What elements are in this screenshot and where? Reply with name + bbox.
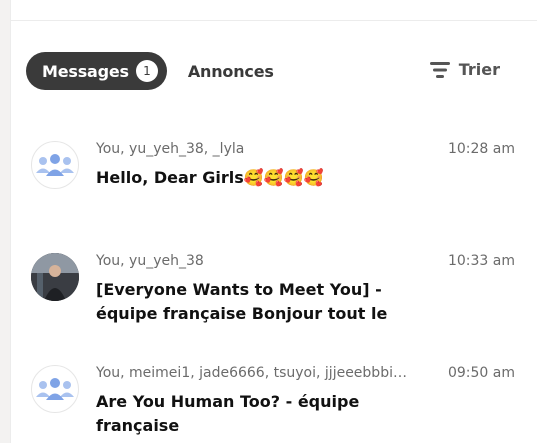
group-icon [31, 141, 79, 189]
conversation-title: Hello, Dear Girls🥰🥰🥰🥰 [96, 168, 324, 187]
user-photo [31, 253, 79, 301]
conversation-item[interactable]: You, yu_yeh_38, _lyla 10:28 am Hello, De… [31, 141, 521, 201]
conversation-item[interactable]: You, meimei1, jade6666, tsuyoi, jjjeeebb… [31, 365, 521, 437]
group-icon [31, 365, 79, 413]
unread-count-badge: 1 [135, 60, 158, 82]
sort-button[interactable]: Trier [429, 60, 500, 79]
conversation-time: 09:50 am [447, 365, 515, 381]
sort-icon [429, 61, 450, 78]
conversation-time: 10:33 am [447, 253, 515, 269]
conversation-title: [Everyone Wants to Meet You] - équipe fr… [96, 280, 388, 323]
conversation-participants: You, yu_yeh_38, _lyla [96, 141, 245, 157]
tab-messages[interactable]: Messages 1 [26, 52, 167, 90]
conversation-item[interactable]: You, yu_yeh_38 10:33 am [Everyone Wants … [31, 253, 521, 325]
messages-panel: Messages 1 Annonces Trier You, yu_yeh_38… [10, 0, 537, 443]
sort-label: Trier [458, 60, 500, 79]
top-bar [11, 0, 537, 21]
tab-bar: Messages 1 Annonces [26, 52, 274, 90]
conversation-time: 10:28 am [447, 141, 515, 157]
tab-messages-label: Messages [42, 61, 129, 81]
conversation-participants: You, meimei1, jade6666, tsuyoi, jjjeeebb… [96, 365, 407, 381]
conversation-participants: You, yu_yeh_38 [96, 253, 204, 269]
tab-annonces[interactable]: Annonces [188, 62, 274, 81]
conversation-title: Are You Human Too? - équipe française [96, 392, 360, 435]
